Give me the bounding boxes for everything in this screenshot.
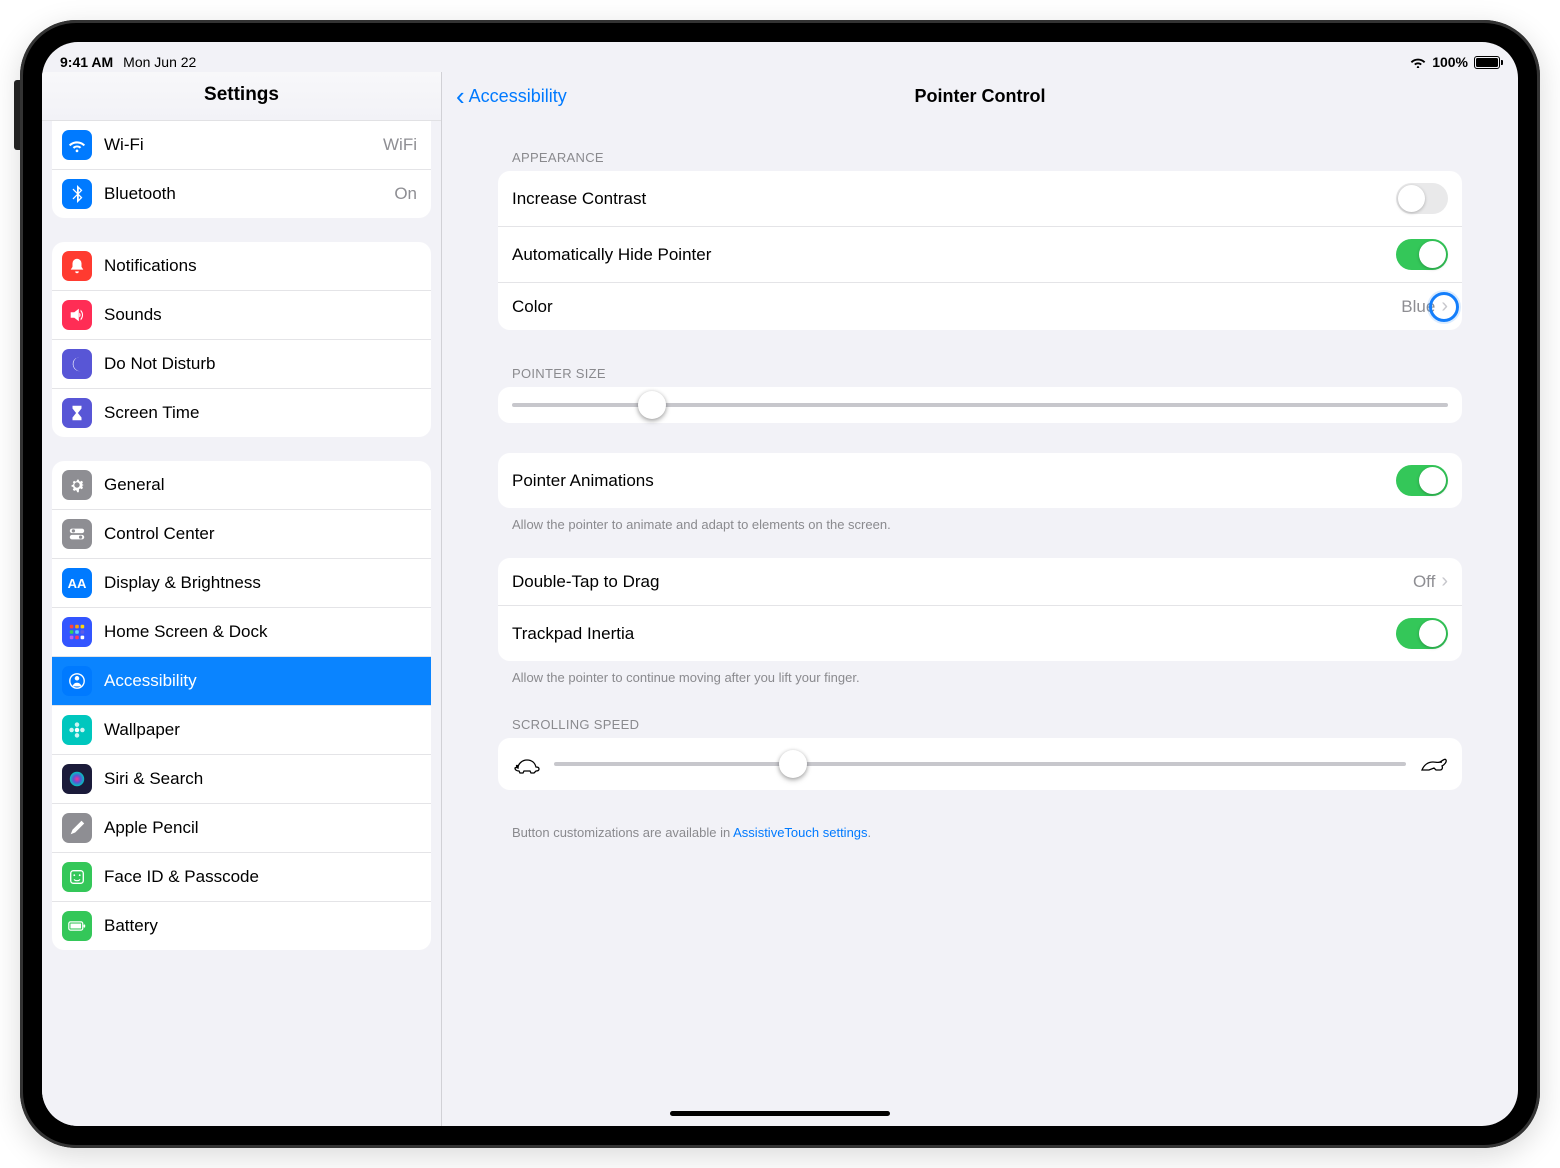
auto-hide-switch[interactable] xyxy=(1396,239,1448,270)
sidebar-item-label: General xyxy=(104,475,417,495)
sidebar-item-battery[interactable]: Battery xyxy=(52,902,431,950)
scrolling-speed-slider[interactable] xyxy=(554,762,1406,766)
hare-icon xyxy=(1418,754,1448,774)
back-label: Accessibility xyxy=(469,86,567,107)
sidebar-item-bluetooth[interactable]: BluetoothOn xyxy=(52,170,431,218)
hourglass-icon xyxy=(62,398,92,428)
status-bar: 9:41 AM Mon Jun 22 100% xyxy=(42,42,1518,72)
back-button[interactable]: ‹ Accessibility xyxy=(456,86,567,107)
sidebar-item-label: Sounds xyxy=(104,305,417,325)
gear-icon xyxy=(62,470,92,500)
increase-contrast-switch[interactable] xyxy=(1396,183,1448,214)
sidebar-item-label: Bluetooth xyxy=(104,184,390,204)
tortoise-icon xyxy=(512,754,542,774)
pointer-size-slider[interactable] xyxy=(512,403,1448,407)
sidebar-item-do-not-disturb[interactable]: Do Not Disturb xyxy=(52,340,431,389)
scrolling-speed-card xyxy=(498,738,1462,790)
trackpad-inertia-row[interactable]: Trackpad Inertia xyxy=(498,606,1462,661)
sidebar-item-screen-time[interactable]: Screen Time xyxy=(52,389,431,437)
ipad-frame: 9:41 AM Mon Jun 22 100% Settings Wi-FiWi… xyxy=(20,20,1540,1148)
wifi-icon xyxy=(62,130,92,160)
sidebar-item-label: Siri & Search xyxy=(104,769,417,789)
status-date: Mon Jun 22 xyxy=(123,54,196,70)
person-icon xyxy=(62,666,92,696)
screen: 9:41 AM Mon Jun 22 100% Settings Wi-FiWi… xyxy=(42,42,1518,1126)
sidebar-item-label: Screen Time xyxy=(104,403,417,423)
chevron-right-icon: › xyxy=(1441,570,1448,593)
inertia-footnote: Allow the pointer to continue moving aft… xyxy=(498,661,1462,691)
double-tap-row[interactable]: Double-Tap to Drag Off › xyxy=(498,558,1462,606)
sidebar-item-label: Accessibility xyxy=(104,671,417,691)
pointer-animations-footnote: Allow the pointer to animate and adapt t… xyxy=(498,508,1462,538)
switches-icon xyxy=(62,519,92,549)
status-time: 9:41 AM xyxy=(60,54,113,70)
sidebar-item-apple-pencil[interactable]: Apple Pencil xyxy=(52,804,431,853)
sidebar-item-label: Do Not Disturb xyxy=(104,354,417,374)
trackpad-inertia-label: Trackpad Inertia xyxy=(512,624,1396,644)
pointer-size-slider-card xyxy=(498,387,1462,423)
auto-hide-row[interactable]: Automatically Hide Pointer xyxy=(498,227,1462,283)
sidebar-item-label: Notifications xyxy=(104,256,417,276)
color-row[interactable]: Color Blue › xyxy=(498,283,1462,330)
sidebar-item-accessibility[interactable]: Accessibility xyxy=(52,657,431,706)
face-icon xyxy=(62,862,92,892)
detail-header: ‹ Accessibility Pointer Control xyxy=(442,72,1518,120)
pointer-animations-switch[interactable] xyxy=(1396,465,1448,496)
color-label: Color xyxy=(512,297,1401,317)
sidebar-item-control-center[interactable]: Control Center xyxy=(52,510,431,559)
grid-icon xyxy=(62,617,92,647)
siri-icon xyxy=(62,764,92,794)
button-customization-note: Button customizations are available in A… xyxy=(498,816,1462,846)
moon-icon xyxy=(62,349,92,379)
sidebar-title: Settings xyxy=(42,72,441,121)
wifi-icon xyxy=(1410,56,1426,68)
sidebar-item-label: Battery xyxy=(104,916,417,936)
pointer-animations-row[interactable]: Pointer Animations xyxy=(498,453,1462,508)
focus-ring xyxy=(1429,292,1459,322)
pencil-icon xyxy=(62,813,92,843)
pointer-size-header: POINTER SIZE xyxy=(498,354,1462,387)
speaker-icon xyxy=(62,300,92,330)
status-battery-pct: 100% xyxy=(1432,54,1468,70)
battery-icon xyxy=(62,911,92,941)
flower-icon xyxy=(62,715,92,745)
sidebar-item-face-id-passcode[interactable]: Face ID & Passcode xyxy=(52,853,431,902)
battery-icon xyxy=(1474,56,1500,69)
sidebar-item-label: Face ID & Passcode xyxy=(104,867,417,887)
sidebar-item-siri-search[interactable]: Siri & Search xyxy=(52,755,431,804)
sidebar-item-sounds[interactable]: Sounds xyxy=(52,291,431,340)
sidebar-item-wi-fi[interactable]: Wi-FiWiFi xyxy=(52,121,431,170)
trackpad-inertia-switch[interactable] xyxy=(1396,618,1448,649)
pointer-animations-label: Pointer Animations xyxy=(512,471,1396,491)
home-indicator xyxy=(670,1111,890,1116)
increase-contrast-label: Increase Contrast xyxy=(512,189,1396,209)
sidebar-item-display-brightness[interactable]: AA Display & Brightness xyxy=(52,559,431,608)
assistivetouch-link[interactable]: AssistiveTouch settings xyxy=(733,825,867,840)
sidebar-item-label: Home Screen & Dock xyxy=(104,622,417,642)
auto-hide-label: Automatically Hide Pointer xyxy=(512,245,1396,265)
scrolling-header: SCROLLING SPEED xyxy=(498,705,1462,738)
sidebar-item-label: Display & Brightness xyxy=(104,573,417,593)
sidebar-item-label: Apple Pencil xyxy=(104,818,417,838)
detail-title: Pointer Control xyxy=(442,86,1518,107)
settings-sidebar: Settings Wi-FiWiFiBluetoothOn Notificati… xyxy=(42,72,442,1126)
sidebar-item-label: Control Center xyxy=(104,524,417,544)
sidebar-item-value: On xyxy=(394,184,417,204)
sidebar-item-general[interactable]: General xyxy=(52,461,431,510)
bell-icon xyxy=(62,251,92,281)
appearance-header: APPEARANCE xyxy=(498,138,1462,171)
increase-contrast-row[interactable]: Increase Contrast xyxy=(498,171,1462,227)
bluetooth-icon xyxy=(62,179,92,209)
sidebar-item-home-screen-dock[interactable]: Home Screen & Dock xyxy=(52,608,431,657)
double-tap-label: Double-Tap to Drag xyxy=(512,572,1413,592)
sidebar-item-label: Wi-Fi xyxy=(104,135,379,155)
detail-pane: ‹ Accessibility Pointer Control APPEARAN… xyxy=(442,72,1518,1126)
sidebar-item-wallpaper[interactable]: Wallpaper xyxy=(52,706,431,755)
sidebar-item-label: Wallpaper xyxy=(104,720,417,740)
sidebar-item-value: WiFi xyxy=(383,135,417,155)
double-tap-value: Off xyxy=(1413,572,1435,592)
sidebar-item-notifications[interactable]: Notifications xyxy=(52,242,431,291)
AA-icon: AA xyxy=(62,568,92,598)
